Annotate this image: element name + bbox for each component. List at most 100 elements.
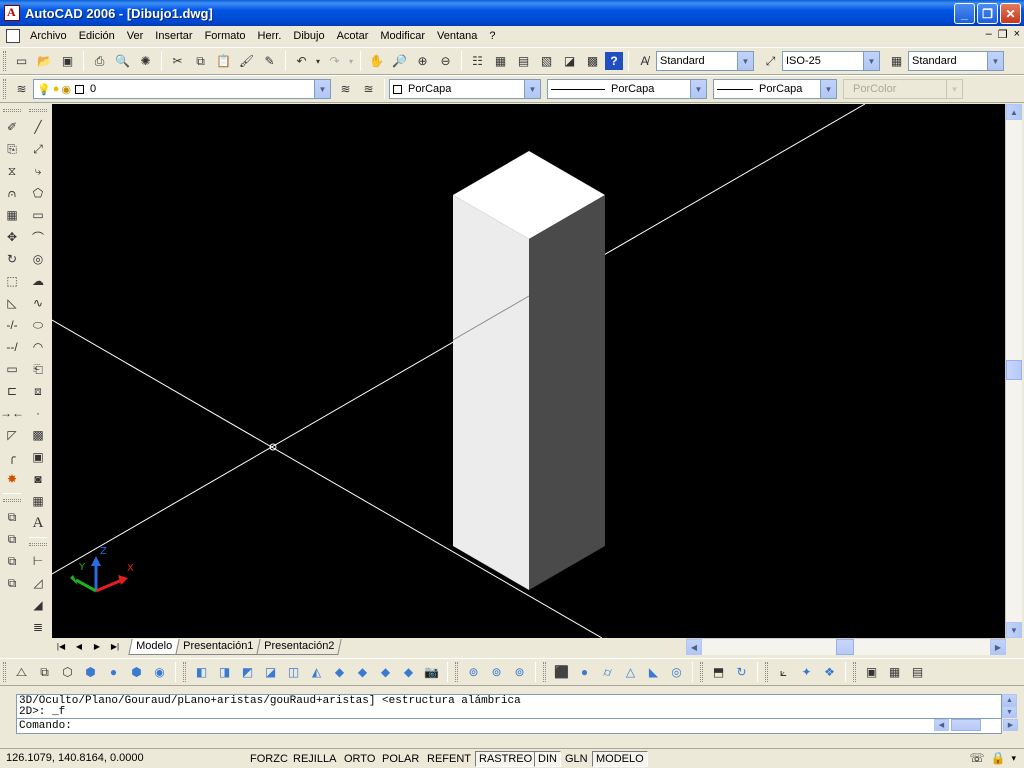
new-icon[interactable]: ▭ [11, 51, 32, 72]
help-icon[interactable]: ? [605, 52, 623, 70]
multiline-text-icon[interactable]: A [28, 513, 48, 533]
chevron-down-icon[interactable]: ▼ [737, 52, 753, 70]
chamfer-icon[interactable]: ◸ [2, 425, 22, 445]
mirror-icon[interactable]: ⧖ [2, 161, 22, 181]
print-icon[interactable]: ⎙ [89, 51, 110, 72]
solid-wedge-icon[interactable]: ◣ [643, 662, 664, 683]
menu-formato[interactable]: Formato [199, 27, 252, 45]
point-icon[interactable]: · [28, 403, 48, 423]
view-se-iso-icon[interactable]: ◆ [352, 662, 373, 683]
horizontal-scroll-thumb[interactable] [836, 639, 854, 655]
rotate-icon[interactable]: ↻ [2, 249, 22, 269]
coordinate-readout[interactable]: 126.1079, 140.8164, 0.0000 [6, 752, 144, 764]
intersect-icon[interactable]: ⊚ [509, 662, 530, 683]
chevron-down-icon[interactable]: ▼ [863, 52, 879, 70]
copy-object-icon[interactable]: ⎘ [2, 139, 22, 159]
chevron-down-icon[interactable]: ▼ [820, 80, 836, 98]
zoom-window-icon[interactable]: ⊕ [412, 51, 433, 72]
save-icon[interactable]: ▣ [57, 51, 78, 72]
toolbar-grip[interactable] [29, 109, 47, 112]
trim-icon[interactable]: -/- [2, 315, 22, 335]
copy-icon[interactable]: ⧉ [190, 51, 211, 72]
spline-icon[interactable]: ∿ [28, 293, 48, 313]
ucs-previous-icon[interactable]: ❖ [819, 662, 840, 683]
tray-menu-icon[interactable]: ▾ [1011, 753, 1016, 764]
document-icon[interactable] [6, 29, 20, 43]
toolbar-grip[interactable] [3, 51, 6, 71]
insert-block-icon[interactable]: ⎗ [28, 359, 48, 379]
view-right-icon[interactable]: ◪ [260, 662, 281, 683]
toggle-orto[interactable]: ORTO [340, 751, 379, 767]
properties-icon[interactable]: ☷ [467, 51, 488, 72]
line-icon[interactable]: ╱ [28, 117, 48, 137]
menu-acotar[interactable]: Acotar [331, 27, 375, 45]
toolbar-grip[interactable] [183, 662, 186, 682]
redo-dropdown-icon[interactable]: ▾ [347, 51, 355, 72]
solid-sphere-icon[interactable]: ● [574, 662, 595, 683]
scroll-left-icon[interactable]: ◀ [934, 719, 949, 731]
menu-dibujo[interactable]: Dibujo [287, 27, 330, 45]
join-icon[interactable]: →← [0, 403, 24, 423]
layer-select[interactable]: 💡 ● ◉ 0 ▼ [33, 79, 331, 99]
undo-icon[interactable]: ↶ [291, 51, 312, 72]
minimize-button[interactable]: _ [954, 3, 975, 24]
move-icon[interactable]: ✥ [2, 227, 22, 247]
sheet-set-icon[interactable]: ▧ [536, 51, 557, 72]
polygon-icon[interactable]: ⬠ [28, 183, 48, 203]
toggle-refent[interactable]: REFENT [423, 751, 475, 767]
model-space-viewport[interactable]: Z X Y [52, 104, 1005, 638]
offset-icon[interactable]: ⩀ [2, 183, 22, 203]
construction-line-icon[interactable]: ⤢ [28, 139, 48, 159]
toolbar-grip[interactable] [29, 543, 47, 546]
pan-realtime-icon[interactable]: ✋ [366, 51, 387, 72]
scroll-right-icon[interactable]: ▶ [990, 639, 1006, 655]
block-editor-icon[interactable]: ✎ [259, 51, 280, 72]
circle-icon[interactable]: ◎ [28, 249, 48, 269]
shade-3d-wireframe-icon[interactable]: ⧉ [34, 662, 55, 683]
view-nw-iso-icon[interactable]: ◆ [398, 662, 419, 683]
toolbar-grip[interactable] [455, 662, 458, 682]
open-icon[interactable]: 📂 [34, 51, 55, 72]
shade-flat-icon[interactable]: ⬢ [80, 662, 101, 683]
toolbar-grip[interactable] [3, 79, 6, 99]
chevron-down-icon[interactable]: ▼ [987, 52, 1003, 70]
toggle-modelo[interactable]: MODELO [592, 751, 648, 767]
toolbar-grip[interactable] [853, 662, 856, 682]
menu-modificar[interactable]: Modificar [374, 27, 431, 45]
solid-box-icon[interactable]: ⬛ [551, 662, 572, 683]
menu-ver[interactable]: Ver [121, 27, 150, 45]
dimension-aligned-icon[interactable]: ◿ [28, 573, 48, 593]
toolbar-grip[interactable] [3, 662, 6, 682]
communication-center-icon[interactable]: ☏ [970, 751, 985, 765]
menu-ventana[interactable]: Ventana [431, 27, 483, 45]
command-scroll-thumb[interactable] [951, 719, 981, 731]
menu-archivo[interactable]: Archivo [24, 27, 73, 45]
break-icon[interactable]: ⊏ [2, 381, 22, 401]
maximize-button[interactable]: ❐ [977, 3, 998, 24]
last-tab-icon[interactable]: ▶| [106, 639, 124, 655]
toolbar-grip[interactable] [3, 499, 21, 502]
shade-gouraud-edges-icon[interactable]: ◉ [149, 662, 170, 683]
explode-icon[interactable]: ✸ [2, 469, 22, 489]
revolve-icon[interactable]: ↻ [731, 662, 752, 683]
mdi-restore-button[interactable]: ❐ [998, 28, 1008, 41]
cut-icon[interactable]: ✂ [167, 51, 188, 72]
scroll-up-icon[interactable]: ▲ [1006, 104, 1022, 120]
layer-previous-icon[interactable]: ≊ [358, 79, 379, 100]
viewports-dialog-icon[interactable]: ▣ [861, 662, 882, 683]
calculator-icon[interactable]: ▩ [582, 51, 603, 72]
toolbar-grip[interactable] [765, 662, 768, 682]
scroll-right-icon[interactable]: ▶ [1003, 719, 1018, 731]
chevron-down-icon[interactable]: ▼ [314, 80, 330, 98]
vertical-scroll-thumb[interactable] [1006, 360, 1022, 380]
publish-icon[interactable]: ✺ [135, 51, 156, 72]
view-back-icon[interactable]: ◭ [306, 662, 327, 683]
make-current-layer-icon[interactable]: ≋ [335, 79, 356, 100]
single-viewport-icon[interactable]: ▦ [884, 662, 905, 683]
first-tab-icon[interactable]: |◀ [52, 639, 70, 655]
match-properties-icon[interactable]: 🖌 [236, 51, 257, 72]
toggle-forzc[interactable]: FORZC [246, 751, 292, 767]
bring-above-icon[interactable]: ⧉ [2, 573, 22, 593]
tool-palettes-icon[interactable]: ▤ [513, 51, 534, 72]
text-style-select[interactable]: Standard ▼ [656, 51, 754, 71]
